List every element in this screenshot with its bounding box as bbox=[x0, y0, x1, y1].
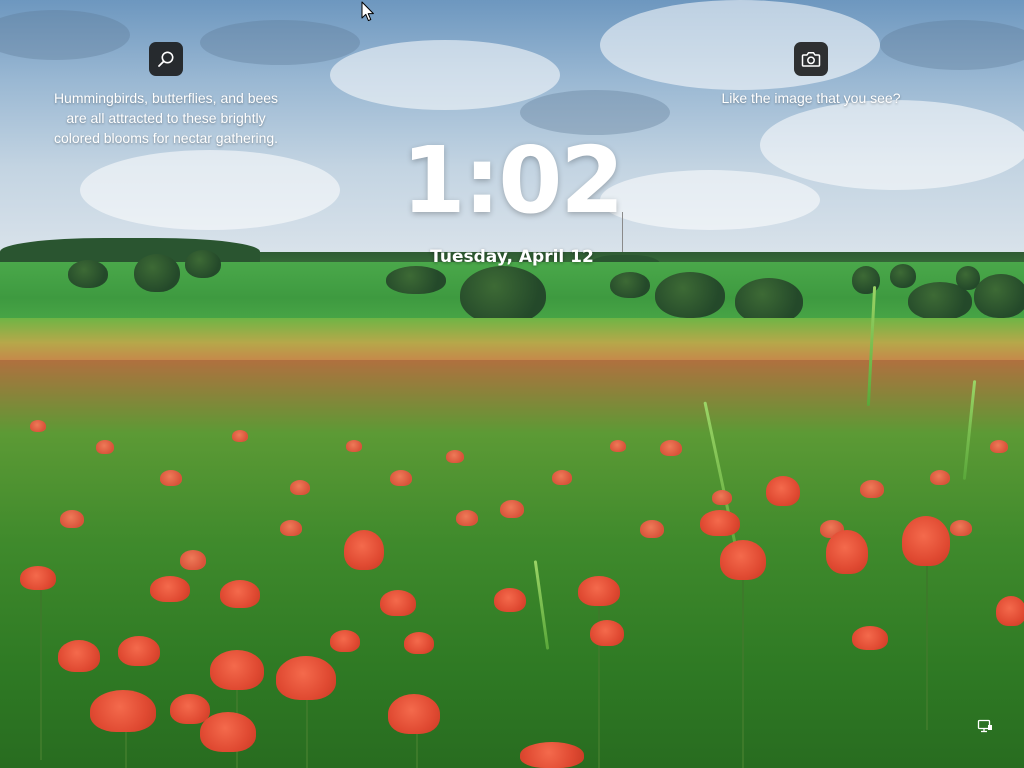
wallpaper-flower bbox=[640, 520, 664, 538]
wallpaper-tree bbox=[610, 272, 650, 298]
wallpaper-flower bbox=[388, 694, 440, 734]
spotlight-fact-line: Hummingbirds, butterflies, and bees bbox=[53, 90, 279, 106]
wallpaper-flower bbox=[766, 476, 800, 506]
wallpaper-flower bbox=[346, 440, 362, 452]
wallpaper-stem bbox=[40, 590, 42, 760]
wallpaper-cloud bbox=[760, 100, 1024, 190]
lock-screen-date: Tuesday, April 12 bbox=[430, 247, 594, 267]
wallpaper-cloud bbox=[200, 20, 360, 65]
wallpaper-flower bbox=[610, 440, 626, 452]
mouse-pointer-icon bbox=[361, 1, 375, 23]
wallpaper-flower bbox=[30, 420, 46, 432]
spotlight-info-button[interactable] bbox=[149, 42, 183, 76]
wallpaper-flower bbox=[380, 590, 416, 616]
spotlight-fact-line: colored blooms for nectar gathering. bbox=[53, 130, 279, 146]
wallpaper-flower bbox=[118, 636, 160, 666]
wallpaper-flower bbox=[160, 470, 182, 486]
wallpaper-flower bbox=[404, 632, 434, 654]
search-icon bbox=[157, 50, 175, 68]
wallpaper-flower bbox=[290, 480, 310, 495]
spotlight-like-button[interactable] bbox=[794, 42, 828, 76]
wallpaper-flower bbox=[170, 694, 210, 724]
wallpaper-flower bbox=[456, 510, 478, 526]
spotlight-fact-line: are all attracted to these brightly bbox=[66, 110, 266, 126]
wallpaper-tree bbox=[890, 264, 916, 288]
wallpaper-tree bbox=[974, 274, 1024, 318]
wallpaper-flower bbox=[210, 650, 264, 690]
wallpaper-flower bbox=[552, 470, 572, 485]
wallpaper-flower bbox=[996, 596, 1024, 626]
lock-screen[interactable]: Hummingbirds, butterflies, and bees are … bbox=[0, 0, 1024, 768]
wallpaper-flower bbox=[390, 470, 412, 486]
wallpaper-tree bbox=[185, 250, 221, 278]
wallpaper-flower bbox=[200, 712, 256, 752]
wallpaper-flower bbox=[276, 656, 336, 700]
wallpaper-flower bbox=[330, 630, 360, 652]
camera-icon bbox=[801, 50, 821, 68]
wallpaper-flower bbox=[520, 742, 584, 768]
network-ethernet-icon[interactable] bbox=[974, 716, 996, 736]
wallpaper-stem bbox=[742, 560, 744, 768]
wallpaper-flower bbox=[494, 588, 526, 612]
wallpaper-flower bbox=[232, 430, 248, 442]
wallpaper-flower bbox=[902, 516, 950, 566]
wallpaper-flower bbox=[60, 510, 84, 528]
wallpaper-flower bbox=[150, 576, 190, 602]
wallpaper-flower bbox=[578, 576, 620, 606]
wallpaper-cloud bbox=[600, 0, 880, 90]
wallpaper-flower bbox=[712, 490, 732, 505]
wallpaper-flower bbox=[344, 530, 384, 570]
wallpaper-flower bbox=[852, 626, 888, 650]
wallpaper-tree bbox=[655, 272, 725, 318]
wallpaper-tree bbox=[134, 254, 180, 292]
wallpaper-flower bbox=[20, 566, 56, 590]
wallpaper-cloud bbox=[80, 150, 340, 230]
wallpaper-flower bbox=[860, 480, 884, 498]
wallpaper-flower bbox=[220, 580, 260, 608]
wallpaper-flower bbox=[446, 450, 464, 463]
wallpaper-flower bbox=[950, 520, 972, 536]
wallpaper-tree bbox=[460, 266, 546, 324]
wallpaper-flower bbox=[58, 640, 100, 672]
wallpaper-flower bbox=[660, 440, 682, 456]
lock-screen-clock: 1:02 bbox=[401, 127, 625, 234]
wallpaper-cloud bbox=[330, 40, 560, 110]
wallpaper-tree bbox=[68, 260, 108, 288]
wallpaper-flower bbox=[500, 500, 524, 518]
wallpaper-tree bbox=[386, 266, 446, 294]
spotlight-like-text[interactable]: Like the image that you see? bbox=[690, 88, 932, 108]
wallpaper-flower bbox=[720, 540, 766, 580]
wallpaper-flower bbox=[990, 440, 1008, 453]
wallpaper-flower bbox=[180, 550, 206, 570]
spotlight-fact-text[interactable]: Hummingbirds, butterflies, and bees are … bbox=[16, 88, 316, 148]
wallpaper-flower bbox=[590, 620, 624, 646]
wallpaper-flower bbox=[826, 530, 868, 574]
wallpaper-flower bbox=[90, 690, 156, 732]
wallpaper-stem bbox=[598, 590, 600, 768]
wallpaper-flower bbox=[930, 470, 950, 485]
wallpaper-flower bbox=[280, 520, 302, 536]
wallpaper-flower bbox=[700, 510, 740, 536]
wallpaper-flower bbox=[96, 440, 114, 454]
